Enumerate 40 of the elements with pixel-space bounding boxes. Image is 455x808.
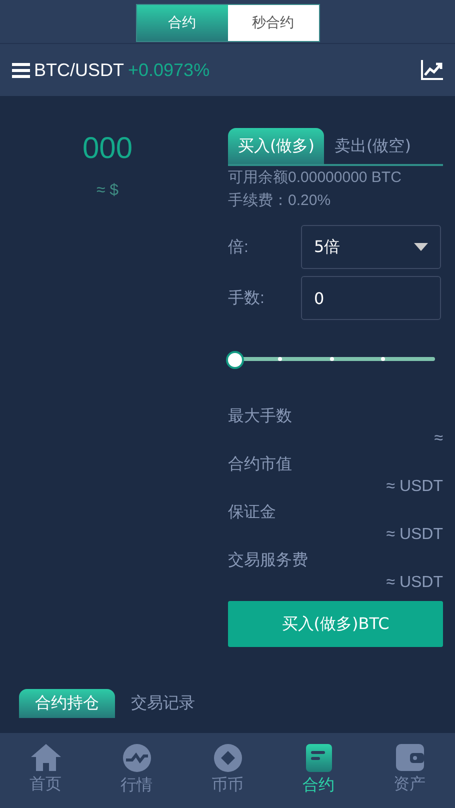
pair-name: BTC/USDT [34,60,124,80]
stat-label: 合约市值 [228,454,293,475]
stat-value: ≈ USDT [386,573,443,593]
price-change: +0.0973% [128,60,210,80]
chart-circle-icon [122,744,150,772]
balance-text: 可用余额0.00000000 BTC [228,168,402,188]
stat-label: 交易服务费 [228,550,309,571]
lots-label: 手数: [228,288,266,308]
coin-icon [214,744,242,772]
nav-item[interactable]: 币币 [182,733,273,808]
slider-thumb[interactable] [226,351,244,369]
price-value: 000 [82,132,133,166]
wallet-icon [396,744,424,771]
nav-item[interactable]: 合约 [273,733,364,808]
order-tab[interactable]: 买入(做多) [228,128,324,164]
stat-label: 保证金 [228,503,277,523]
stat-value: ≈ [434,429,443,449]
caret-icon [414,243,428,251]
amount-slider[interactable] [228,351,435,367]
nav-item[interactable]: 首页 [0,733,91,808]
line-chart-icon[interactable] [421,60,443,80]
price-approx: ≈ $ [96,182,119,200]
nav-item[interactable]: 行情 [91,733,182,808]
nav-item[interactable]: 资产 [364,733,455,808]
stat-value: ≈ USDT [386,525,443,545]
buy-button[interactable]: 买入(做多)BTC [228,601,443,647]
mode-tab[interactable]: 合约 [136,5,228,41]
record-tab[interactable]: 合约持仓 [19,689,115,718]
home-icon [30,744,60,771]
fee-text: 手续费：0.20% [228,191,332,211]
stat-value: ≈ USDT [386,477,443,497]
menu-icon[interactable] [12,62,30,78]
leverage-label: 倍: [228,238,250,258]
document-icon [306,744,332,772]
lots-input[interactable]: 0 [301,276,441,320]
record-tab[interactable]: 交易记录 [115,689,211,718]
mode-tab[interactable]: 秒合约 [228,5,318,41]
leverage-select[interactable]: 5倍 [301,225,441,269]
order-tab[interactable]: 卖出(做空) [324,128,421,164]
stat-label: 最大手数 [228,406,293,427]
